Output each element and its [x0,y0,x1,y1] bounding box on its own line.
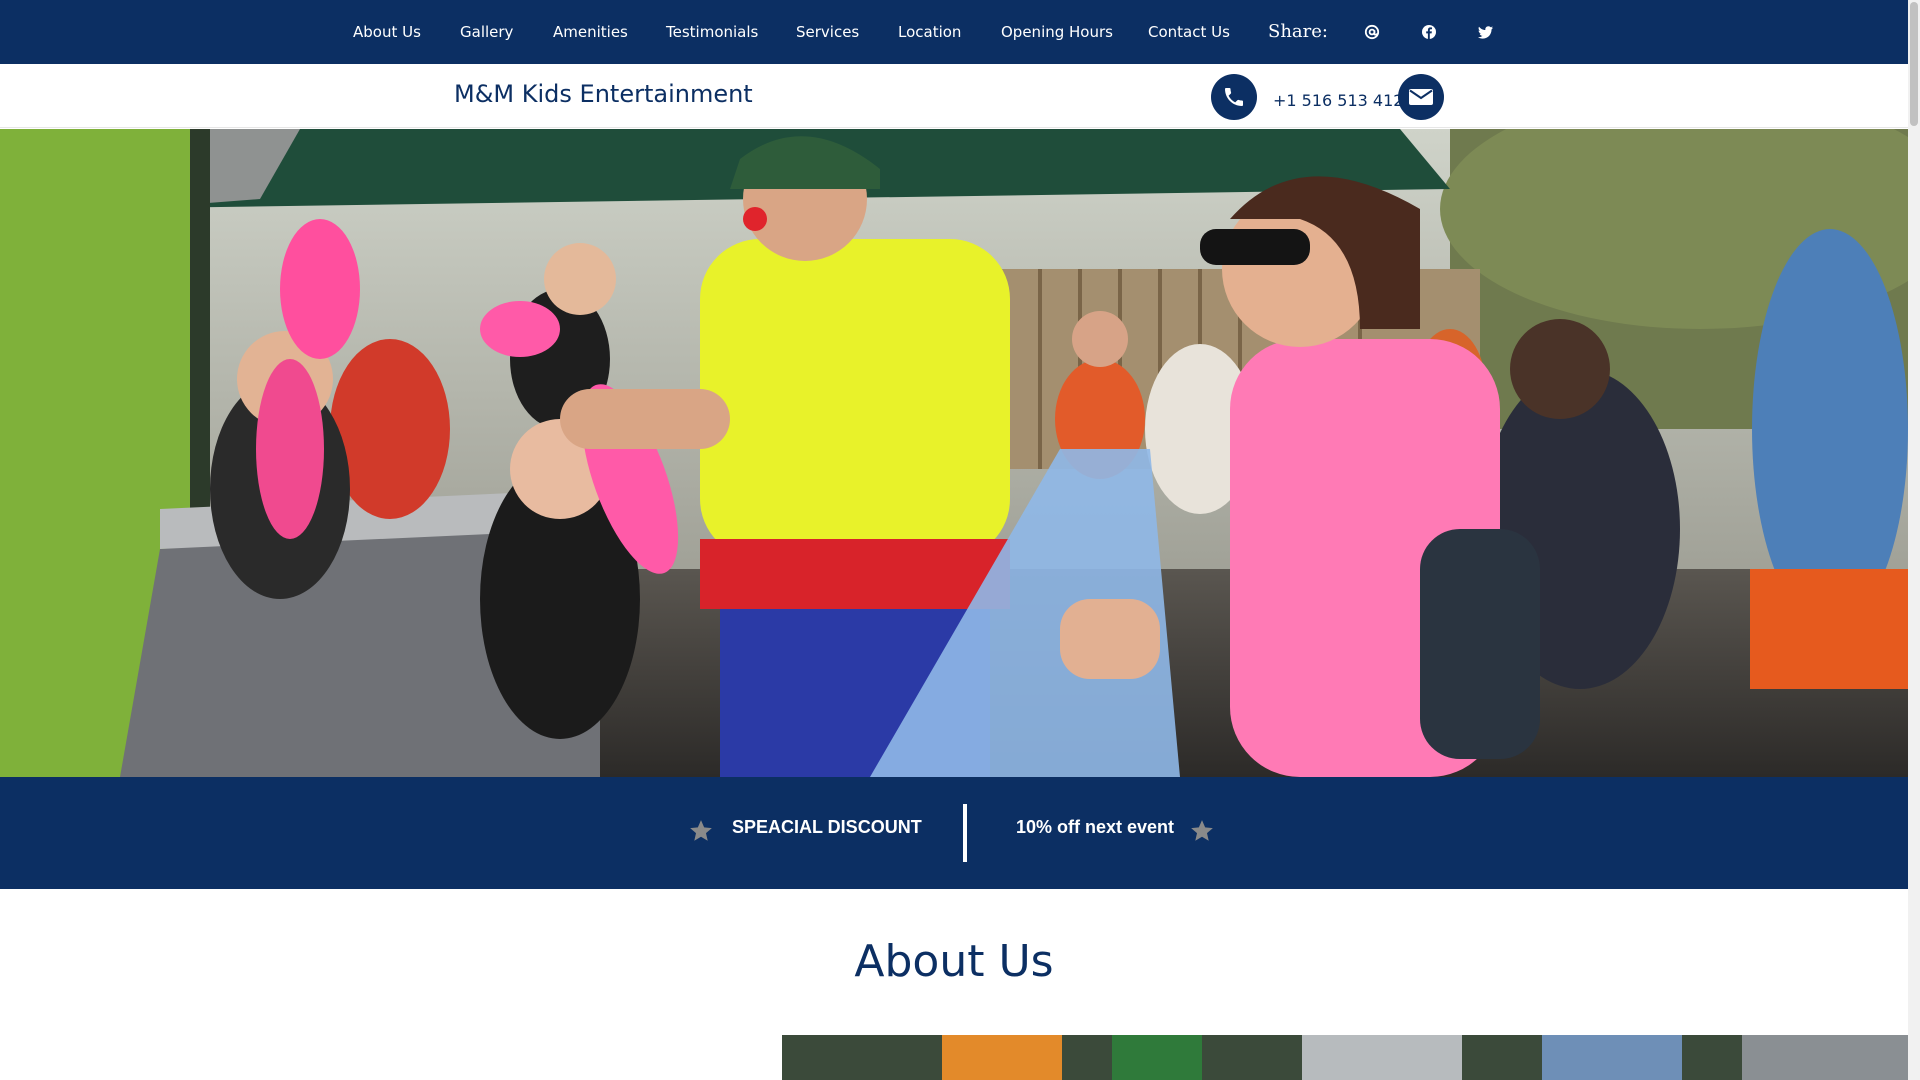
about-title: About Us [854,936,1054,987]
about-photo [782,1035,1908,1080]
at-icon[interactable] [1362,22,1382,42]
twitter-icon[interactable] [1476,22,1496,42]
vertical-scrollbar[interactable] [1908,0,1920,1080]
email-button[interactable] [1398,74,1444,120]
discount-divider [963,804,967,862]
scrollbar-thumb[interactable] [1910,2,1918,126]
phone-icon [1225,88,1243,106]
phone-button[interactable] [1211,74,1257,120]
nav-item-about-us[interactable]: About Us [353,0,421,64]
share-label: Share: [1268,21,1328,42]
discount-banner: SPEACIAL DISCOUNT 10% off next event [0,777,1908,889]
twitter-icon-glyph [1478,26,1493,39]
star-icon [690,820,712,841]
nav-item-contact-us[interactable]: Contact Us [1148,0,1230,64]
hero-image [0,129,1908,777]
at-icon-glyph [1364,24,1380,40]
header-bar: M&M Kids Entertainment +1 516 513 4123 [0,64,1908,128]
hero-photo [0,129,1908,777]
discount-offer: 10% off next event [1016,817,1175,837]
nav-item-amenities[interactable]: Amenities [553,0,628,64]
facebook-icon[interactable] [1419,22,1439,42]
envelope-icon [1409,89,1433,105]
about-image [782,1035,1908,1080]
phone-number[interactable]: +1 516 513 4123 [1273,91,1414,110]
star-icon [1191,820,1213,841]
nav-item-services[interactable]: Services [796,0,859,64]
nav-item-testimonials[interactable]: Testimonials [666,0,758,64]
top-nav: About Us Gallery Amenities Testimonials … [0,0,1908,64]
nav-item-opening-hours[interactable]: Opening Hours [1001,0,1113,64]
page: About Us Gallery Amenities Testimonials … [0,0,1908,1080]
brand-name[interactable]: M&M Kids Entertainment [454,80,753,108]
nav-item-gallery[interactable]: Gallery [460,0,513,64]
nav-item-location[interactable]: Location [898,0,961,64]
facebook-icon-glyph [1422,25,1436,39]
discount-title: SPEACIAL DISCOUNT [732,817,922,837]
